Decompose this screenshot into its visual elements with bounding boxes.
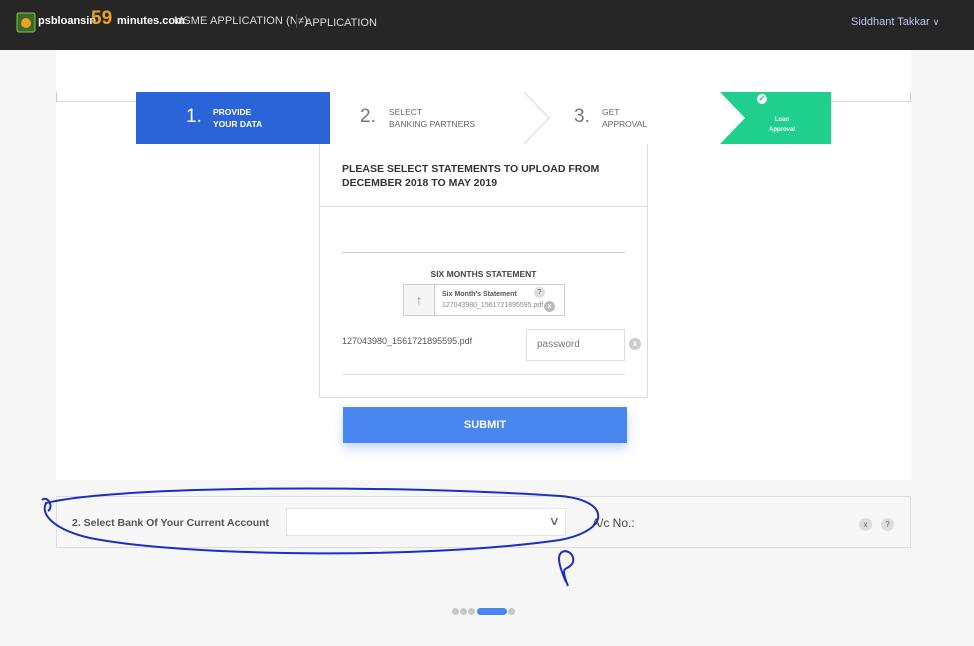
- step-number: 3.: [574, 106, 590, 127]
- step-select-banking-partners[interactable]: 2. SELECT BANKING PARTNERS: [330, 92, 552, 144]
- bank-select-dropdown[interactable]: ∨: [286, 508, 566, 536]
- panel-edge-left: [56, 92, 57, 102]
- nav-application[interactable]: APPLICATION: [305, 17, 377, 29]
- chevron-down-icon: ∨: [548, 514, 561, 528]
- card-heading: PLEASE SELECT STATEMENTS TO UPLOAD FROM …: [342, 163, 600, 189]
- submit-button[interactable]: SUBMIT: [343, 407, 627, 443]
- check-icon: ✔: [757, 94, 767, 104]
- bank-select-row: 2. Select Bank Of Your Current Account ∨…: [56, 496, 911, 548]
- statement-upload-card: PLEASE SELECT STATEMENTS TO UPLOAD FROM …: [319, 144, 648, 398]
- section-title: SIX MONTHS STATEMENT: [430, 269, 537, 279]
- page-dot[interactable]: [452, 608, 459, 615]
- help-icon[interactable]: ?: [881, 518, 894, 531]
- top-navbar: psbloansin 59 minutes.com MSME APPLICATI…: [0, 0, 974, 50]
- step-label: PROVIDE YOUR DATA: [213, 107, 263, 129]
- help-icon[interactable]: ?: [534, 287, 545, 298]
- nav-divider: [296, 14, 297, 28]
- nav-msme-application[interactable]: MSME APPLICATION (N≠): [174, 15, 308, 27]
- step-number: 1.: [186, 106, 202, 127]
- user-menu[interactable]: Siddhant Takkar ∨: [851, 16, 939, 28]
- account-number-label: A/c No.:: [592, 516, 635, 530]
- step-get-approval[interactable]: 3. GET APPROVAL: [524, 92, 746, 144]
- bank-select-label: 2. Select Bank Of Your Current Account: [72, 517, 270, 529]
- statement-upload-box[interactable]: ↑ Six Month's Statement 127043980_156172…: [403, 284, 565, 316]
- user-name: Siddhant Takkar: [851, 16, 930, 28]
- step-number: 2.: [360, 106, 376, 127]
- page-dot[interactable]: [468, 608, 475, 615]
- step-separator: [523, 92, 550, 144]
- logo-text[interactable]: psbloansin: [38, 15, 96, 27]
- row-divider: [342, 374, 625, 375]
- card-divider: [320, 206, 647, 207]
- step-label: GET APPROVAL: [602, 107, 648, 129]
- remove-file-icon[interactable]: x: [544, 301, 555, 312]
- upload-icon[interactable]: ↑: [404, 285, 435, 315]
- logo-icon[interactable]: [16, 10, 36, 34]
- page-dot[interactable]: [460, 608, 467, 615]
- panel-edge-right: [910, 92, 911, 102]
- step-provide-data[interactable]: 1. PROVIDE YOUR DATA: [136, 92, 358, 144]
- uploaded-file-name: 127043980_1561721895595.pdf: [342, 336, 473, 346]
- page-dot-active[interactable]: [477, 608, 507, 615]
- chevron-down-icon: ∨: [932, 17, 940, 27]
- upload-filename: 127043980_1561721895595.pdf: [442, 302, 544, 309]
- logo-number[interactable]: 59: [91, 8, 112, 30]
- remove-file-icon[interactable]: x: [629, 338, 641, 350]
- close-icon[interactable]: x: [859, 518, 872, 531]
- upload-title: Six Month's Statement: [442, 291, 517, 298]
- password-input[interactable]: password: [526, 329, 625, 361]
- field-underline: [342, 252, 625, 253]
- page-dot[interactable]: [508, 608, 515, 615]
- step-label: Loan Approval: [768, 117, 795, 133]
- step-label: SELECT BANKING PARTNERS: [389, 107, 476, 129]
